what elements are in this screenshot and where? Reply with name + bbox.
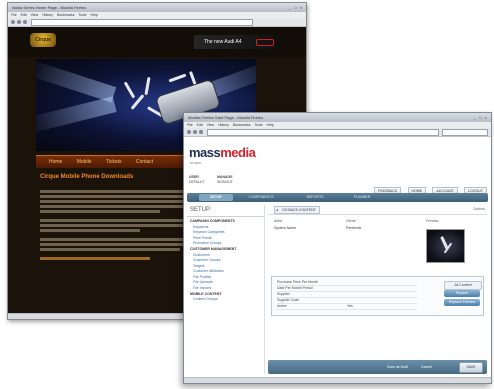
front-browser-window: Mozilla Firefox Start Page - Mozilla Fir…: [183, 112, 492, 384]
body-link-line[interactable]: [40, 257, 150, 260]
back-window-toolbar: [8, 18, 306, 27]
row-label: Supplier Code: [277, 298, 300, 302]
spotlight-beam: [36, 96, 117, 134]
audi-rings-icon: [256, 39, 274, 46]
replace-button[interactable]: Replace: [444, 290, 480, 297]
tab-planner[interactable]: PLANNER: [343, 194, 381, 201]
user-label: USER: [189, 175, 199, 179]
field-label: Artist: [274, 219, 282, 223]
preview-image[interactable]: [426, 229, 465, 263]
body-text-line: [40, 219, 190, 222]
body-text-line: [40, 224, 185, 227]
detail-tabs: GeneralCategoriesPhone Support: [272, 269, 354, 285]
back-icon[interactable]: [11, 20, 15, 24]
front-window-toolbar: [184, 128, 491, 137]
cancel-button[interactable]: Cancel: [418, 364, 435, 370]
back-window-title: Nokia Series Home Page - Mozilla Firefox: [12, 5, 87, 10]
massmedia-logo[interactable]: massmedia: [189, 145, 256, 160]
body-text-line: [40, 238, 192, 241]
replace-preview-button[interactable]: Replace Preview: [444, 299, 480, 306]
nav-mobile[interactable]: Mobile: [77, 156, 92, 168]
go-back-button[interactable]: ◂ GO BACK CONTENT: [274, 206, 320, 214]
manage-label[interactable]: MANAGE: [217, 175, 233, 179]
field-label: Genre: [346, 219, 356, 223]
nav-contact[interactable]: Contact: [136, 156, 153, 168]
row-label: Supplier: [277, 292, 290, 296]
forward-icon[interactable]: [17, 20, 21, 24]
all-content-button[interactable]: All Content: [444, 281, 482, 290]
window-controls[interactable]: _ □ ×: [289, 5, 303, 10]
reload-icon[interactable]: [199, 130, 203, 134]
user-value: DEFAULT: [189, 180, 205, 184]
ad-text: The new Audi A4: [204, 39, 242, 45]
back-icon[interactable]: [187, 130, 191, 134]
nav-tickets[interactable]: Tickets: [106, 156, 122, 168]
field-label: Preview: [426, 219, 439, 223]
body-text-line: [40, 195, 195, 198]
field-value: System Name: [274, 226, 296, 230]
body-text-line: [40, 248, 180, 251]
setup-sidebar: SETUP CAMPAIGN COMPONENTS Keywords Keywo…: [187, 205, 265, 374]
address-bar[interactable]: [207, 129, 439, 136]
row-label: Purchase Price Per Month: [277, 280, 318, 284]
tab-reports[interactable]: REPORTS: [297, 194, 333, 201]
body-text-line: [40, 200, 188, 203]
audi-banner-ad[interactable]: The new Audi A4: [194, 35, 278, 49]
site-logo[interactable]: Cirque: [30, 33, 56, 47]
front-window-titlebar: Mozilla Firefox Start Page - Mozilla Fir…: [184, 113, 491, 122]
row-label: Date Per Month Period: [277, 286, 313, 290]
body-text-line: [40, 210, 160, 213]
spotlight-beam: [36, 59, 117, 103]
site-header: Cirque The new Audi A4: [8, 27, 306, 57]
logo-suffix: media: [220, 145, 256, 160]
body-text-line: [40, 190, 190, 193]
sidebar-title: SETUP: [187, 205, 264, 217]
field-value: Performer: [346, 226, 362, 230]
options-link[interactable]: Options: [473, 207, 485, 211]
performer-figure: [123, 81, 136, 99]
logo-subtitle: STUDIO: [190, 161, 202, 165]
front-window-statusbar: [184, 377, 491, 383]
tab-setup[interactable]: SETUP: [199, 194, 233, 201]
tab-components[interactable]: COMPONENTS: [239, 194, 283, 201]
go-back-label: GO BACK CONTENT: [282, 208, 316, 212]
row-value[interactable]: Yes: [347, 304, 353, 309]
reload-icon[interactable]: [23, 20, 27, 24]
body-text-line: [40, 243, 190, 246]
row-label: Active: [277, 304, 287, 308]
logo-prefix: mass: [189, 145, 221, 160]
save-draft-button[interactable]: Save as Draft: [384, 364, 411, 370]
content-editor: ◂ GO BACK CONTENT Options Artist System …: [268, 205, 487, 374]
search-box[interactable]: [442, 129, 488, 136]
nav-home[interactable]: Home: [49, 156, 62, 168]
forward-icon[interactable]: [193, 130, 197, 134]
back-window-titlebar: Nokia Series Home Page - Mozilla Firefox…: [8, 3, 306, 12]
content-toolbar: ◂ GO BACK CONTENT Options: [268, 205, 487, 215]
front-window-title: Mozilla Firefox Start Page - Mozilla Fir…: [188, 115, 264, 120]
action-bar: Save as Draft Cancel SAVE: [268, 360, 487, 374]
body-text-line: [40, 229, 140, 232]
form-row: Active Yes: [277, 304, 417, 310]
save-button[interactable]: SAVE: [459, 362, 483, 373]
main-tabs: SETUP COMPONENTS REPORTS PLANNER: [187, 193, 488, 202]
performer-figure: [144, 76, 151, 96]
sidebar-item-content-groups[interactable]: Content Groups: [187, 296, 264, 301]
body-text-line: [40, 205, 192, 208]
general-panel: Purchase Price Per Month Date Per Month …: [271, 276, 484, 316]
front-page-content: massmedia STUDIO USER DEFAULT MANAGE SIG…: [184, 137, 491, 378]
signout-link[interactable]: SIGNOUT: [217, 180, 233, 184]
window-controls[interactable]: _ □ ×: [474, 115, 488, 120]
arrow-left-icon: ◂: [276, 208, 278, 212]
address-bar[interactable]: [31, 19, 253, 26]
performer-figure: [168, 73, 187, 83]
